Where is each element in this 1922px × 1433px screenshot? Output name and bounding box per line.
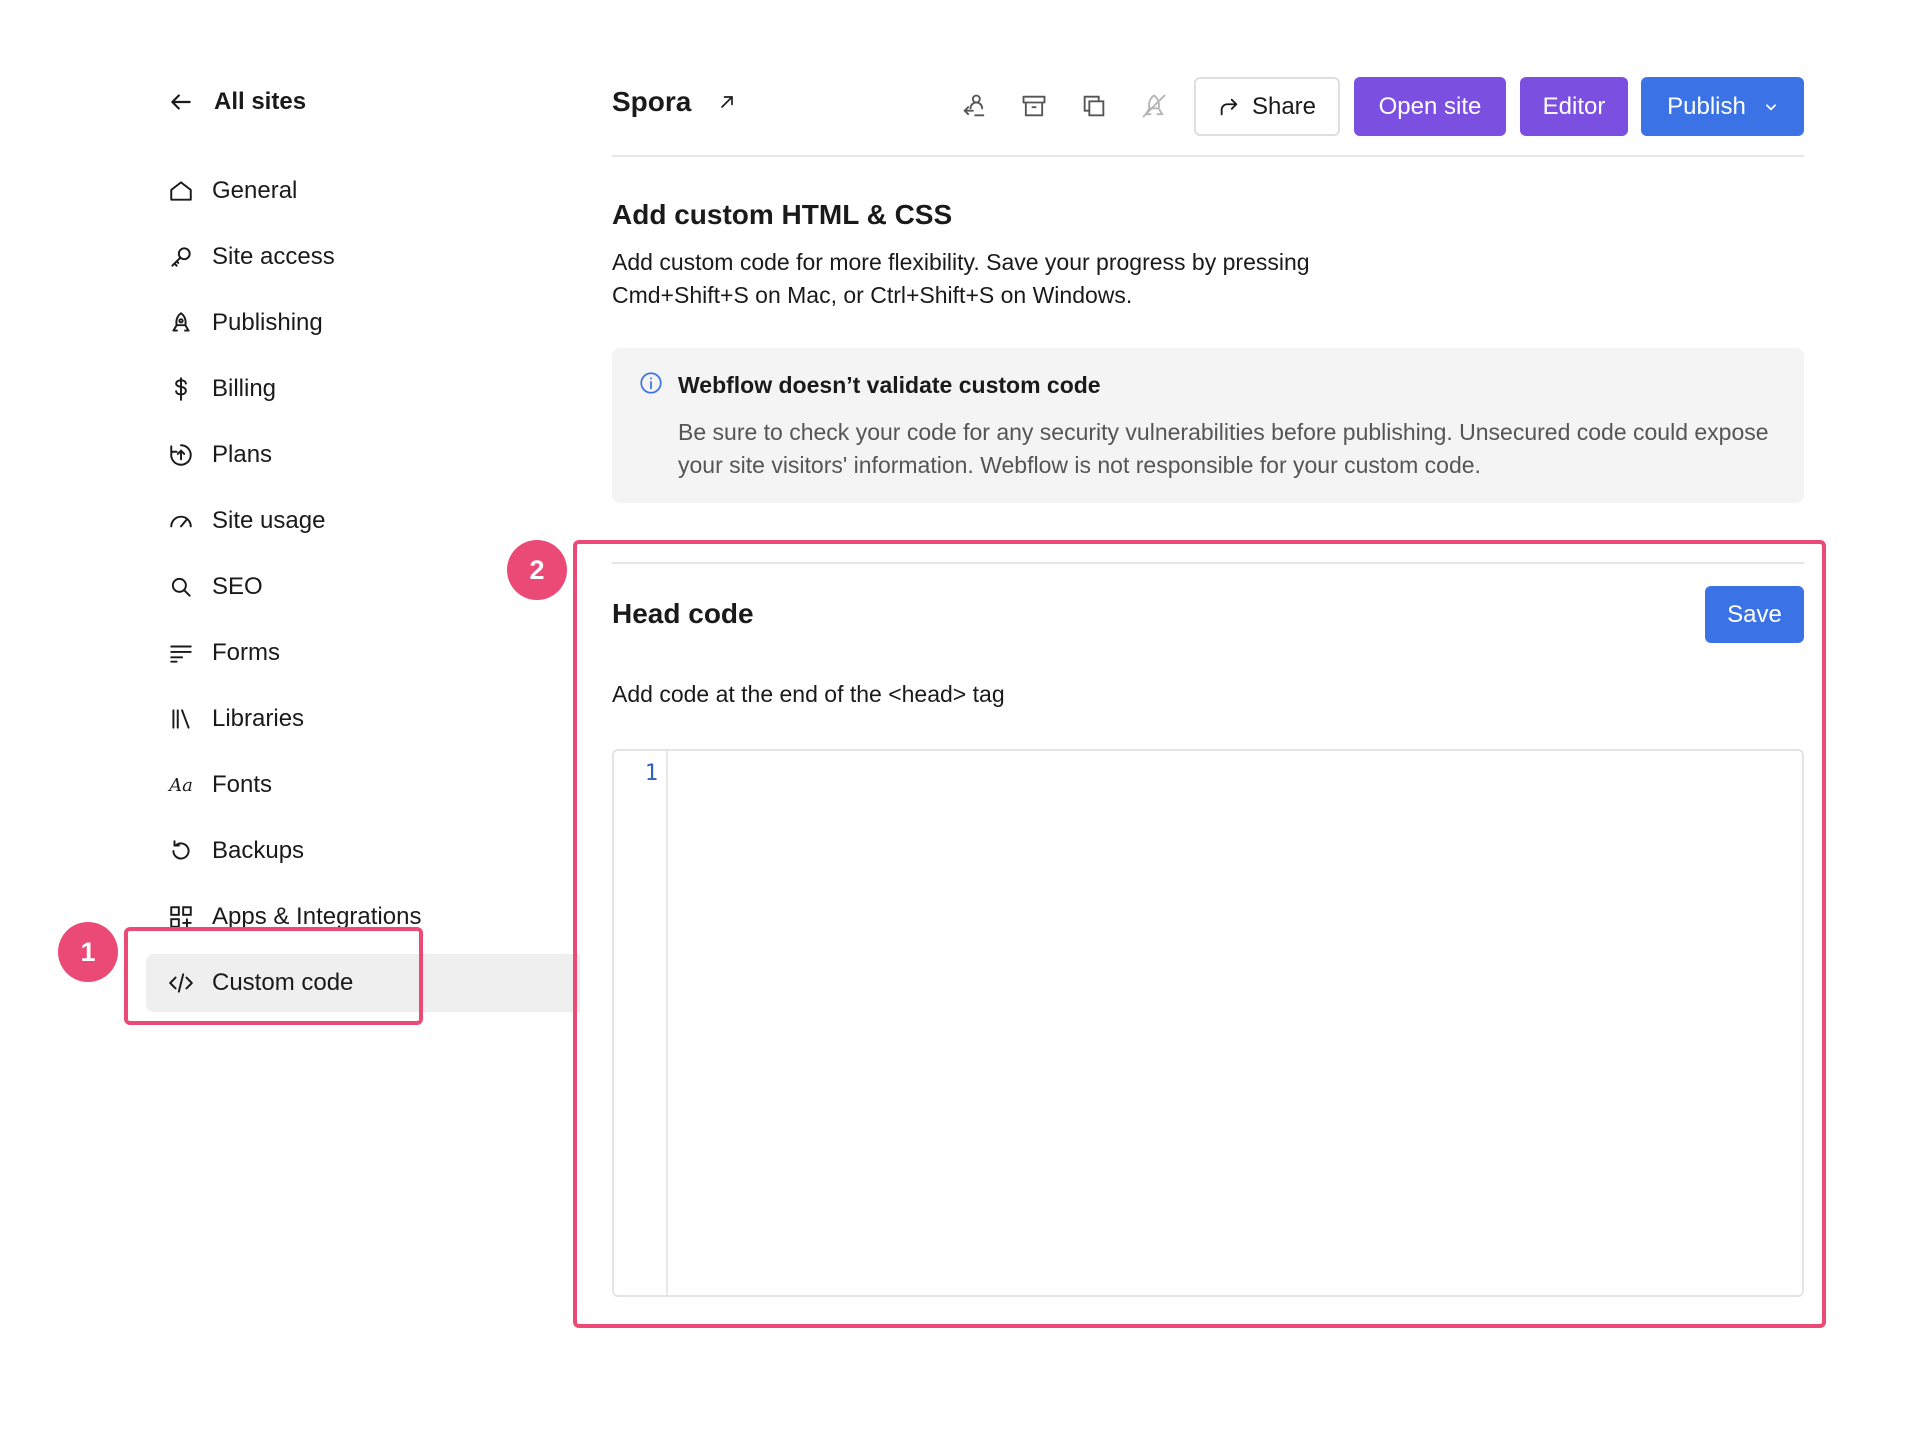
sidebar-item-label: SEO xyxy=(212,573,263,600)
all-sites-link[interactable]: All sites xyxy=(168,88,306,116)
site-name: Spora xyxy=(612,86,692,117)
line-number-gutter: 1 xyxy=(614,751,668,1295)
share-label: Share xyxy=(1251,92,1317,120)
sidebar-item-label: Forms xyxy=(212,639,280,666)
sidebar-item-billing[interactable]: Billing xyxy=(146,360,580,418)
sidebar-item-label: Fonts xyxy=(212,771,273,798)
sidebar-item-label: Publishing xyxy=(212,309,323,336)
share-icon xyxy=(1220,98,1238,115)
forms-icon xyxy=(170,645,192,663)
transfer-user-icon[interactable] xyxy=(960,92,988,120)
head-code-editor[interactable]: 1 xyxy=(612,749,1804,1297)
sidebar-item-label: General xyxy=(212,177,298,204)
sidebar-item-site-usage[interactable]: Site usage xyxy=(146,492,580,550)
line-number: 1 xyxy=(644,761,658,786)
gauge-icon xyxy=(170,515,192,528)
publish-label: Publish xyxy=(1667,92,1746,120)
sidebar-item-backups[interactable]: Backups xyxy=(146,822,580,880)
sidebar-item-label: Custom code xyxy=(212,969,354,996)
head-code-divider xyxy=(612,562,1804,564)
publish-button[interactable]: Publish xyxy=(1641,77,1804,136)
sidebar-item-label: Site usage xyxy=(212,507,326,534)
key-icon xyxy=(171,247,191,267)
site-title[interactable]: Spora xyxy=(612,86,737,118)
archive-icon[interactable] xyxy=(1020,92,1048,120)
sidebar-item-label: Backups xyxy=(212,837,305,864)
sidebar-item-plans[interactable]: Plans xyxy=(146,426,580,484)
sidebar-item-general[interactable]: General xyxy=(146,162,580,220)
warning-body: Be sure to check your code for any secur… xyxy=(678,419,1769,478)
step-badge-1: 1 xyxy=(58,922,118,982)
code-input-area[interactable] xyxy=(670,751,1802,1295)
sidebar-item-label: Site access xyxy=(212,243,335,270)
step-badge-2: 2 xyxy=(507,540,567,600)
sidebar-item-publishing[interactable]: Publishing xyxy=(146,294,580,352)
sidebar-item-label: Libraries xyxy=(212,705,305,732)
head-code-title: Head code xyxy=(612,598,754,629)
toolbar-icons xyxy=(960,92,1168,120)
code-icon xyxy=(169,973,193,993)
save-button[interactable]: Save xyxy=(1705,586,1804,643)
disabled-publish-icon[interactable] xyxy=(1140,92,1168,120)
fonts-icon: Aa xyxy=(169,774,193,796)
home-icon xyxy=(170,181,192,201)
all-sites-label: All sites xyxy=(214,88,307,115)
sidebar-item-libraries[interactable]: Libraries xyxy=(146,690,580,748)
backup-icon xyxy=(172,840,190,860)
sidebar-item-label: Billing xyxy=(212,375,277,402)
sidebar-item-forms[interactable]: Forms xyxy=(146,624,580,682)
editor-button[interactable]: Editor xyxy=(1520,77,1628,136)
arrow-left-icon xyxy=(171,94,191,110)
open-site-button[interactable]: Open site xyxy=(1354,77,1506,136)
duplicate-icon[interactable] xyxy=(1080,92,1108,120)
rocket-icon xyxy=(172,312,190,332)
sidebar-item-apps-integrations[interactable]: Apps & Integrations xyxy=(146,888,580,946)
sidebar-item-label: Plans xyxy=(212,441,273,468)
header-divider xyxy=(612,155,1804,157)
search-icon xyxy=(171,577,191,597)
sidebar-item-label: Apps & Integrations xyxy=(212,903,422,930)
sidebar-item-fonts[interactable]: Aa Fonts xyxy=(146,756,580,814)
section-title: Add custom HTML & CSS xyxy=(612,199,953,230)
warning-title: Webflow doesn’t validate custom code xyxy=(678,372,1101,398)
info-icon xyxy=(640,372,662,394)
plans-icon xyxy=(170,444,192,466)
section-description: Add custom code for more flexibility. Sa… xyxy=(612,249,1310,308)
external-link-icon[interactable] xyxy=(717,92,737,112)
apps-icon xyxy=(170,906,192,928)
sidebar-item-site-access[interactable]: Site access xyxy=(146,228,580,286)
share-button[interactable]: Share xyxy=(1194,77,1340,136)
head-code-description: Add code at the end of the <head> tag xyxy=(612,681,1005,707)
chevron-down-icon xyxy=(1765,103,1776,110)
sidebar-item-custom-code[interactable]: Custom code xyxy=(146,954,580,1012)
warning-callout: Webflow doesn’t validate custom code Be … xyxy=(612,348,1804,503)
libraries-icon xyxy=(172,709,190,729)
dollar-icon xyxy=(175,377,187,401)
